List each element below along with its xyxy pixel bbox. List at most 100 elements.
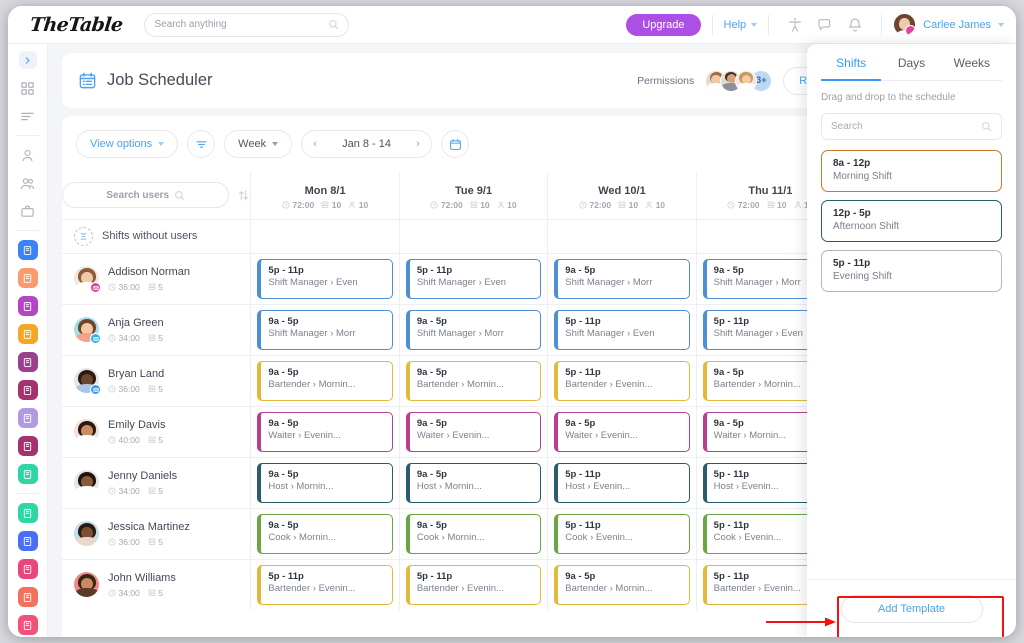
- shift-cell[interactable]: 9a - 5pBartender › Mornin...: [548, 559, 696, 610]
- user-cell[interactable]: Bryan Land36:005: [62, 355, 251, 406]
- shift-template-card[interactable]: 8a - 12pMorning Shift: [821, 150, 1002, 192]
- shift-template-card[interactable]: 5p - 11pEvening Shift: [821, 250, 1002, 292]
- chat-icon[interactable]: [817, 17, 833, 33]
- shift-cell[interactable]: 9a - 5pBartender › Mornin...: [399, 355, 547, 406]
- user-menu[interactable]: Carlee James: [893, 13, 1004, 36]
- upgrade-button[interactable]: Upgrade: [626, 14, 700, 36]
- sidebar-item-notes-app[interactable]: [8, 404, 47, 432]
- shift-cell[interactable]: 9a - 5pShift Manager › Morr: [251, 304, 399, 355]
- shift-card[interactable]: 5p - 11pCook › Evenin...: [554, 514, 689, 554]
- shift-card[interactable]: 9a - 5pHost › Mornin...: [406, 463, 541, 503]
- user-cell[interactable]: John Williams34:005: [62, 559, 251, 610]
- shift-cell[interactable]: 9a - 5pCook › Mornin...: [399, 508, 547, 559]
- filter-button[interactable]: [187, 130, 215, 158]
- view-options-button[interactable]: View options: [76, 130, 178, 158]
- global-search[interactable]: [144, 13, 349, 37]
- sidebar-item-book2-app[interactable]: [8, 376, 47, 404]
- shift-cell[interactable]: 9a - 5pShift Manager › Morr: [399, 304, 547, 355]
- next-period-button[interactable]: ›: [405, 131, 431, 157]
- shift-card[interactable]: 5p - 11pShift Manager › Even: [554, 310, 689, 350]
- sidebar-item-recruit-app[interactable]: [8, 611, 47, 637]
- app-logo[interactable]: TheTable: [29, 14, 124, 36]
- sidebar-item-tasks-app[interactable]: [8, 320, 47, 348]
- shift-card[interactable]: 9a - 5pCook › Mornin...: [257, 514, 392, 554]
- sidebar-item-contacts-app[interactable]: [8, 555, 47, 583]
- shift-cell[interactable]: 5p - 11pShift Manager › Even: [548, 304, 696, 355]
- sidebar-item-presentation-app[interactable]: [8, 499, 47, 527]
- bell-icon[interactable]: [847, 17, 863, 33]
- empty-shift-cell[interactable]: [251, 219, 399, 253]
- shift-card[interactable]: 9a - 5pHost › Mornin...: [257, 463, 392, 503]
- sidebar-item-library-app[interactable]: [8, 432, 47, 460]
- tab-days[interactable]: Days: [881, 56, 941, 81]
- shift-card[interactable]: 9a - 5pWaiter › Evenin...: [257, 412, 392, 452]
- permissions-avatars[interactable]: 3+: [705, 70, 772, 92]
- shift-cell[interactable]: 9a - 5pWaiter › Evenin...: [548, 406, 696, 457]
- shift-card[interactable]: 5p - 11pBartender › Evenin...: [554, 361, 689, 401]
- range-selector[interactable]: Week: [224, 130, 292, 158]
- sidebar-item-scheduler-app[interactable]: [8, 264, 47, 292]
- sidebar-item-people[interactable]: [8, 169, 47, 197]
- shift-card[interactable]: 5p - 11pShift Manager › Even: [406, 259, 541, 299]
- shift-card[interactable]: 9a - 5pBartender › Mornin...: [554, 565, 689, 605]
- shift-card[interactable]: 5p - 11pBartender › Evenin...: [406, 565, 541, 605]
- shift-cell[interactable]: 5p - 11pBartender › Evenin...: [548, 355, 696, 406]
- search-input[interactable]: [154, 19, 328, 30]
- shift-cell[interactable]: 9a - 5pWaiter › Evenin...: [251, 406, 399, 457]
- empty-shift-cell[interactable]: [548, 219, 696, 253]
- sidebar-item-book-app[interactable]: [8, 348, 47, 376]
- shift-card[interactable]: 9a - 5pCook › Mornin...: [406, 514, 541, 554]
- shift-cell[interactable]: 9a - 5pCook › Mornin...: [251, 508, 399, 559]
- sidebar-item-wellness-app[interactable]: [8, 460, 47, 488]
- panel-search-input[interactable]: [831, 121, 981, 132]
- shift-card[interactable]: 9a - 5pShift Manager › Morr: [257, 310, 392, 350]
- empty-shift-cell[interactable]: [399, 219, 547, 253]
- shift-card[interactable]: 9a - 5pBartender › Mornin...: [257, 361, 392, 401]
- tab-shifts[interactable]: Shifts: [821, 56, 881, 81]
- shift-cell[interactable]: 5p - 11pBartender › Evenin...: [399, 559, 547, 610]
- shifts-without-users-cell[interactable]: Shifts without users: [62, 219, 251, 253]
- shift-cell[interactable]: 9a - 5pHost › Mornin...: [399, 457, 547, 508]
- user-cell[interactable]: Addison Norman36:005: [62, 253, 251, 304]
- sidebar-item-chat-app[interactable]: [8, 583, 47, 611]
- sidebar-expand-button[interactable]: [8, 46, 47, 74]
- shift-card[interactable]: 5p - 11pHost › Evenin...: [554, 463, 689, 503]
- datepicker-button[interactable]: [441, 130, 469, 158]
- shift-card[interactable]: 9a - 5pWaiter › Evenin...: [406, 412, 541, 452]
- shift-cell[interactable]: 5p - 11pBartender › Evenin...: [251, 559, 399, 610]
- sidebar-item-mail-app[interactable]: [8, 527, 47, 555]
- add-template-button[interactable]: Add Template: [841, 595, 983, 623]
- sidebar-item-apps[interactable]: [8, 74, 47, 102]
- sort-icon[interactable]: [237, 189, 250, 202]
- shift-cell[interactable]: 9a - 5pHost › Mornin...: [251, 457, 399, 508]
- shift-card[interactable]: 9a - 5pShift Manager › Morr: [554, 259, 689, 299]
- user-cell[interactable]: Jenny Daniels34:005: [62, 457, 251, 508]
- user-cell[interactable]: Anja Green34:005: [62, 304, 251, 355]
- shift-cell[interactable]: 9a - 5pBartender › Mornin...: [251, 355, 399, 406]
- shift-card[interactable]: 5p - 11pShift Manager › Even: [257, 259, 392, 299]
- shift-card[interactable]: 5p - 11pBartender › Evenin...: [257, 565, 392, 605]
- accessibility-icon[interactable]: [787, 17, 803, 33]
- panel-search[interactable]: [821, 113, 1002, 140]
- search-users-input[interactable]: Search users: [62, 182, 229, 208]
- shift-template-card[interactable]: 12p - 5pAfternoon Shift: [821, 200, 1002, 242]
- shift-cell[interactable]: 5p - 11pHost › Evenin...: [548, 457, 696, 508]
- prev-period-button[interactable]: ‹: [302, 131, 328, 157]
- sidebar-item-menu[interactable]: [8, 102, 47, 130]
- shift-cell[interactable]: 5p - 11pCook › Evenin...: [548, 508, 696, 559]
- sidebar-item-person[interactable]: [8, 141, 47, 169]
- user-cell[interactable]: Jessica Martinez36:005: [62, 508, 251, 559]
- shift-card[interactable]: 9a - 5pBartender › Mornin...: [406, 361, 541, 401]
- shift-cell[interactable]: 9a - 5pShift Manager › Morr: [548, 253, 696, 304]
- shift-card[interactable]: 9a - 5pShift Manager › Morr: [406, 310, 541, 350]
- shift-cell[interactable]: 9a - 5pWaiter › Evenin...: [399, 406, 547, 457]
- shift-cell[interactable]: 5p - 11pShift Manager › Even: [251, 253, 399, 304]
- help-menu[interactable]: Help: [724, 19, 758, 31]
- sidebar-item-clipboard-app[interactable]: [8, 292, 47, 320]
- tab-weeks[interactable]: Weeks: [942, 56, 1002, 81]
- user-cell[interactable]: Emily Davis40:005: [62, 406, 251, 457]
- sidebar-item-timer-app[interactable]: [8, 236, 47, 264]
- shift-card[interactable]: 9a - 5pWaiter › Evenin...: [554, 412, 689, 452]
- sidebar-item-jobs[interactable]: [8, 197, 47, 225]
- shift-cell[interactable]: 5p - 11pShift Manager › Even: [399, 253, 547, 304]
